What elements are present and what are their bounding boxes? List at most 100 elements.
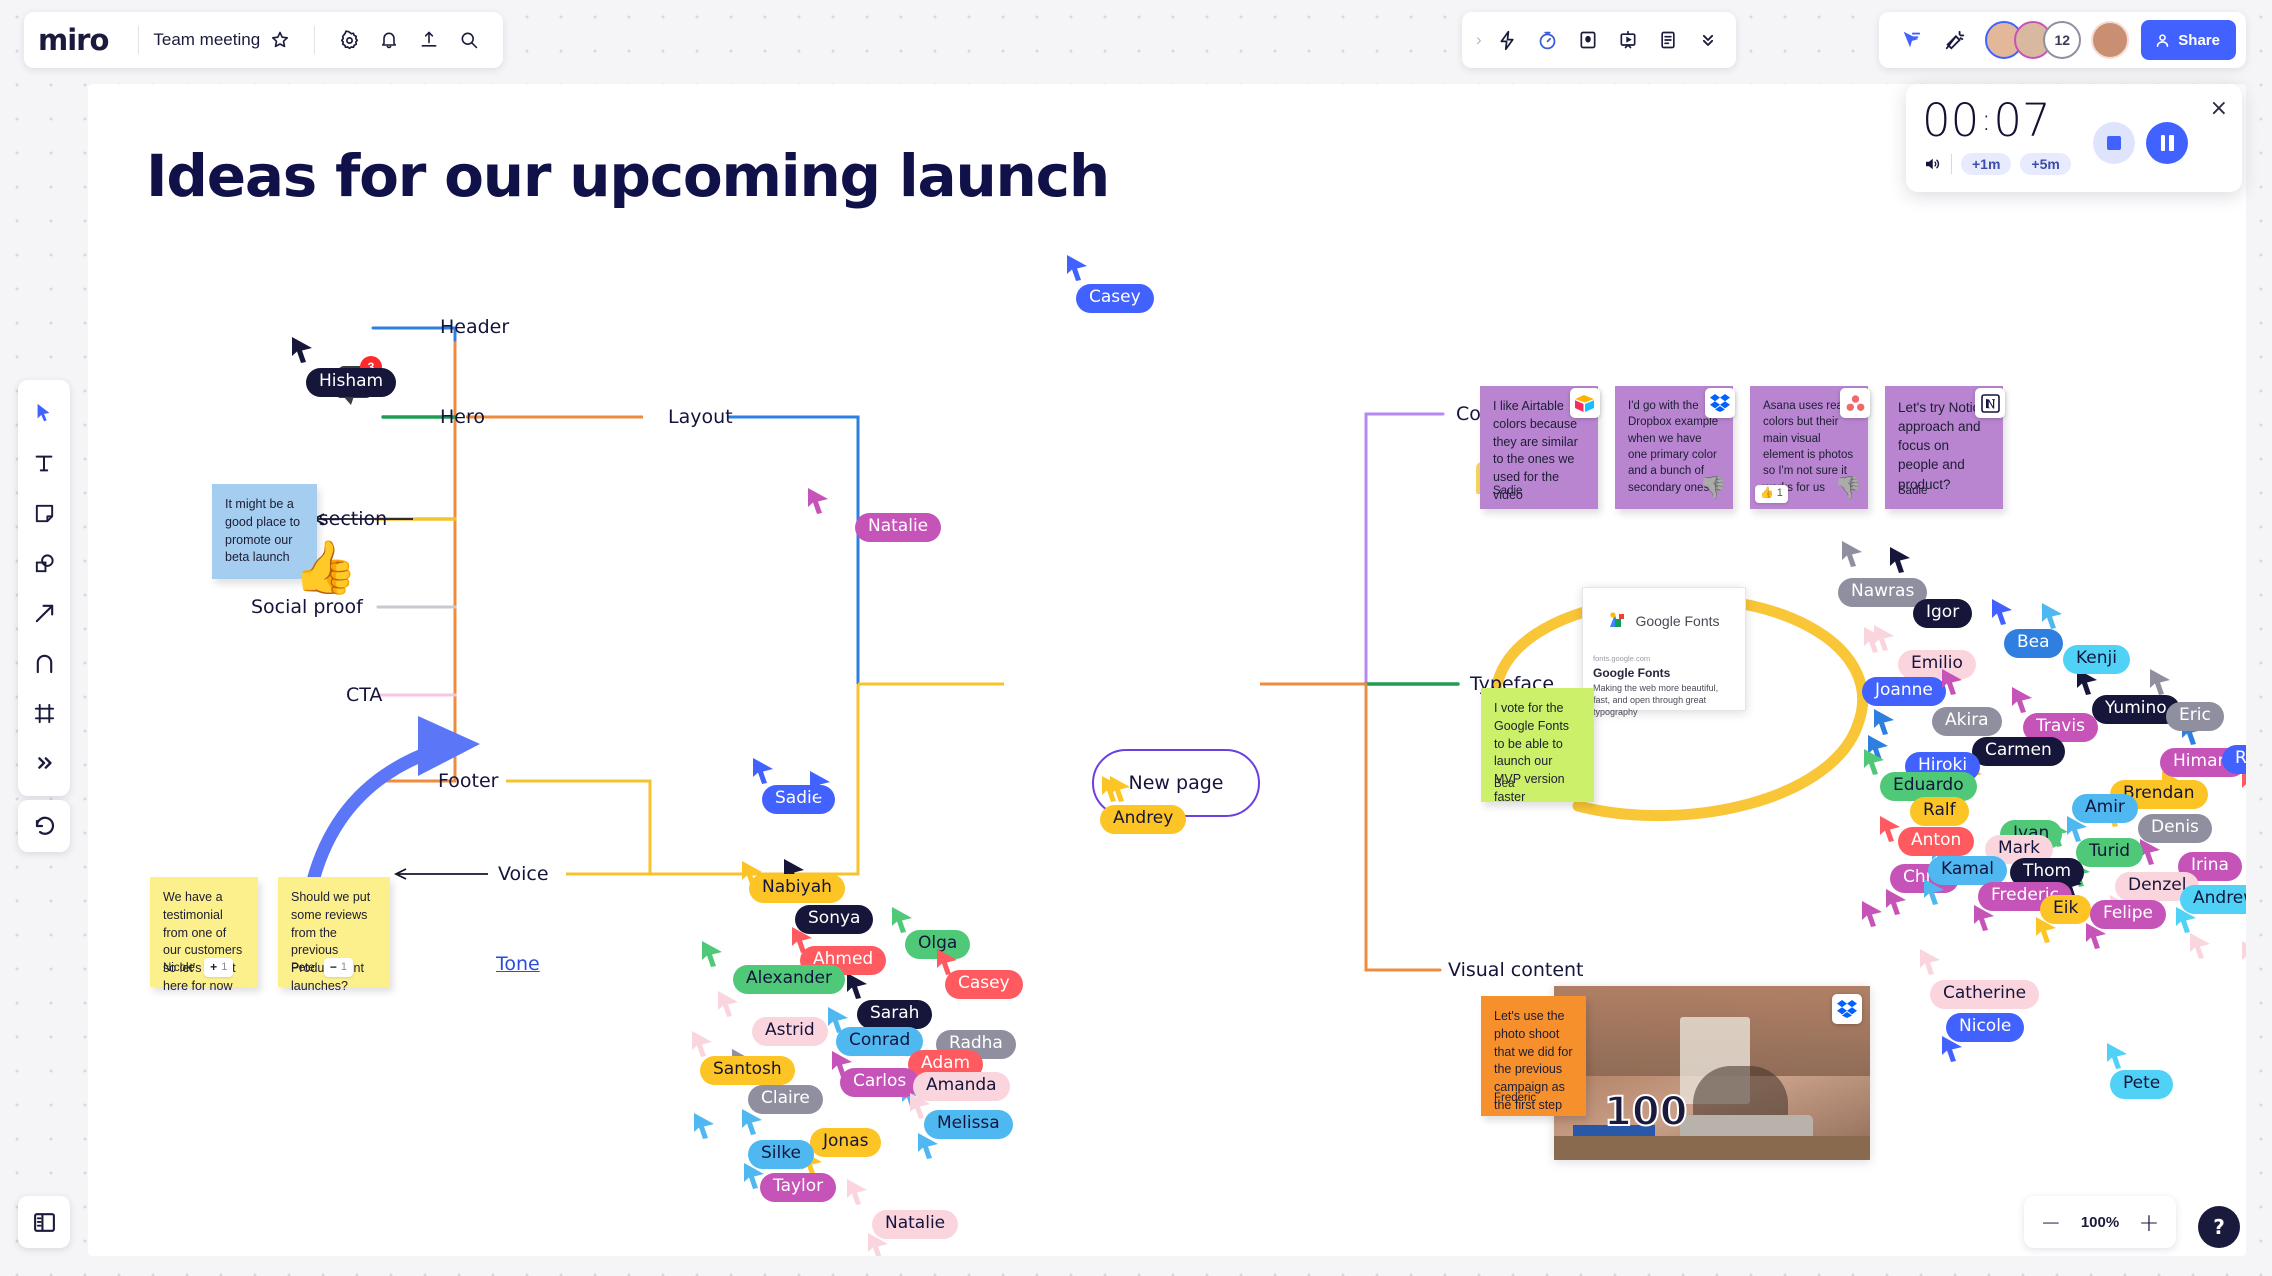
timer-stop-button[interactable] (2093, 122, 2135, 164)
cursor-chat-icon[interactable] (1891, 20, 1931, 60)
shapes-tool[interactable] (22, 538, 66, 588)
google-fonts-logo-icon (1610, 612, 1625, 627)
timer-add-1m-button[interactable]: +1m (1961, 153, 2012, 175)
zoom-out-button[interactable]: − (2032, 1203, 2070, 1241)
notes-icon[interactable] (1648, 20, 1688, 60)
video-icon[interactable] (1568, 20, 1608, 60)
timer-close-button[interactable]: × (2210, 98, 2228, 120)
mindmap-label-layout[interactable]: Layout (668, 406, 733, 428)
sticky-vote[interactable]: −1 (323, 957, 354, 977)
collaborator-name-tag: Amanda (913, 1072, 1010, 1101)
avatar-self[interactable] (2091, 21, 2130, 59)
sticky-note-google-fonts-vote[interactable]: I vote for the Google Fonts to be able t… (1481, 688, 1594, 804)
sticky-author: Sadie (1898, 484, 1928, 497)
sticky-note-testimonial[interactable]: We have a testimonial from one of our cu… (150, 877, 258, 993)
mindmap-label-voice[interactable]: Voice (498, 863, 549, 885)
asana-icon (1840, 388, 1870, 418)
collaborator-name-tag: Jonas (810, 1128, 882, 1157)
collaborator-name-tag: Alexander (733, 965, 846, 994)
timer-pause-button[interactable] (2146, 122, 2188, 164)
mindmap-label-footer[interactable]: Footer (438, 770, 498, 792)
upload-icon[interactable] (409, 20, 449, 60)
collaborator-name-tag: Claire (748, 1085, 823, 1114)
chevron-right-icon[interactable]: › (1470, 30, 1488, 50)
sticky-note-notion[interactable]: Let's try Notion approach and focus on p… (1885, 386, 2005, 509)
thumbs-down-reaction[interactable]: 👎 (1835, 472, 1862, 503)
bell-icon[interactable] (369, 20, 409, 60)
timer-icon[interactable] (1528, 20, 1568, 60)
share-label: Share (2178, 31, 2220, 49)
app-root: Ideas for our upcoming launch Header Her… (0, 0, 2272, 1276)
collaborator-name-tag: Kamal (1928, 856, 2007, 885)
emoji-reaction[interactable]: 👍 1 (1755, 485, 1788, 503)
text-tool[interactable] (22, 438, 66, 488)
star-icon[interactable] (260, 20, 300, 60)
search-icon[interactable] (449, 20, 489, 60)
mindmap-label-social[interactable]: Social proof (251, 596, 363, 618)
presentation-icon[interactable] (1608, 20, 1648, 60)
collaborator-name-tag: Astrid (752, 1017, 828, 1046)
mindmap-label-hero[interactable]: Hero (440, 406, 485, 428)
sticky-author: Pete −1 (291, 957, 354, 977)
zoom-in-button[interactable]: + (2130, 1203, 2168, 1241)
avatar-count-label: 12 (2054, 32, 2071, 48)
sticky-note-asana[interactable]: Asana uses really colors but their main … (1750, 386, 1870, 509)
collaborator-name-tag: Hisham (306, 368, 397, 397)
topbar-center-tools: › (1462, 12, 1736, 68)
collaborator-name-tag: Pete (2110, 1070, 2174, 1099)
topbar-left: miro Team meeting (24, 12, 504, 68)
collaborator-name-tag: Natalie (855, 513, 942, 542)
gear-icon[interactable] (329, 20, 369, 60)
collaborator-name-tag: Catherine (1930, 980, 2040, 1009)
help-button[interactable]: ? (2198, 1206, 2240, 1248)
miro-logo[interactable]: miro (38, 23, 124, 57)
timer-seconds: 07 (1993, 94, 2051, 147)
pen-tool[interactable] (22, 638, 66, 688)
frame-tool[interactable] (22, 688, 66, 738)
hundred-sticker: 100 (1603, 1088, 1688, 1136)
embed-card-google-fonts[interactable]: Google Fonts fonts.google.com Google Fon… (1582, 587, 1746, 717)
collaborator-avatars[interactable]: 12 (1985, 21, 2130, 59)
timer-add-5m-button[interactable]: +5m (2020, 153, 2071, 175)
arrow-tool[interactable] (22, 588, 66, 638)
collaborator-name-tag: Kenji (2063, 645, 2130, 674)
zoom-level-label[interactable]: 100% (2074, 1214, 2126, 1231)
mindmap-label-cta[interactable]: CTA (346, 684, 382, 706)
mindmap-label-tone[interactable]: Tone (496, 953, 540, 975)
timer-widget[interactable]: 00:07 +1m +5m × (1906, 84, 2242, 192)
sticky-note-dropbox[interactable]: I'd go with the Dropbox example when we … (1615, 386, 1735, 509)
thumbs-down-reaction[interactable]: 👎 (1700, 472, 1727, 503)
whiteboard-canvas[interactable]: Ideas for our upcoming launch Header Her… (88, 84, 2246, 1256)
collaborator-name-tag: Turid (2076, 838, 2144, 867)
sticky-note-airtable[interactable]: I like Airtable colors because they are … (1480, 386, 1600, 509)
stop-icon (2107, 136, 2121, 150)
panel-toggle-button[interactable] (18, 1196, 70, 1248)
collaborator-name-tag: Eik (2040, 895, 2092, 924)
collaborator-name-tag: Nicole (1946, 1013, 2025, 1042)
collaborator-name-tag: Sarah (857, 1000, 933, 1029)
sticky-note-reviews[interactable]: Should we put some reviews from the prev… (278, 877, 390, 993)
reactions-icon[interactable] (1935, 20, 1975, 60)
airtable-icon (1570, 388, 1600, 418)
speaker-icon[interactable] (1922, 155, 1942, 173)
sticky-note-photo-shoot[interactable]: Let's use the photo shoot that we did fo… (1481, 996, 1586, 1116)
topbar-right: 12 Share (1879, 12, 2246, 68)
lightning-icon[interactable] (1488, 20, 1528, 60)
left-toolbar (18, 380, 70, 796)
board-title[interactable]: Team meeting (153, 30, 260, 50)
avatar-overflow-count[interactable]: 12 (2043, 21, 2082, 59)
more-tools[interactable] (22, 738, 66, 788)
select-tool[interactable] (22, 388, 66, 438)
mindmap-label-header[interactable]: Header (440, 316, 509, 338)
embed-card-office-photo[interactable] (1554, 986, 1870, 1160)
sticky-vote[interactable]: +1 (204, 957, 234, 977)
share-button[interactable]: Share (2141, 20, 2236, 60)
collaborator-name-tag: Bea (2004, 629, 2063, 658)
zoom-controls: − 100% + (2024, 1196, 2176, 1248)
undo-button[interactable] (18, 800, 70, 852)
mindmap-label-visual[interactable]: Visual content (1448, 959, 1584, 981)
divider (314, 26, 316, 54)
thumbs-up-sticker: 👍 (293, 539, 358, 597)
sticky-note-tool[interactable] (22, 488, 66, 538)
chevron-down-icon[interactable] (1688, 20, 1728, 60)
